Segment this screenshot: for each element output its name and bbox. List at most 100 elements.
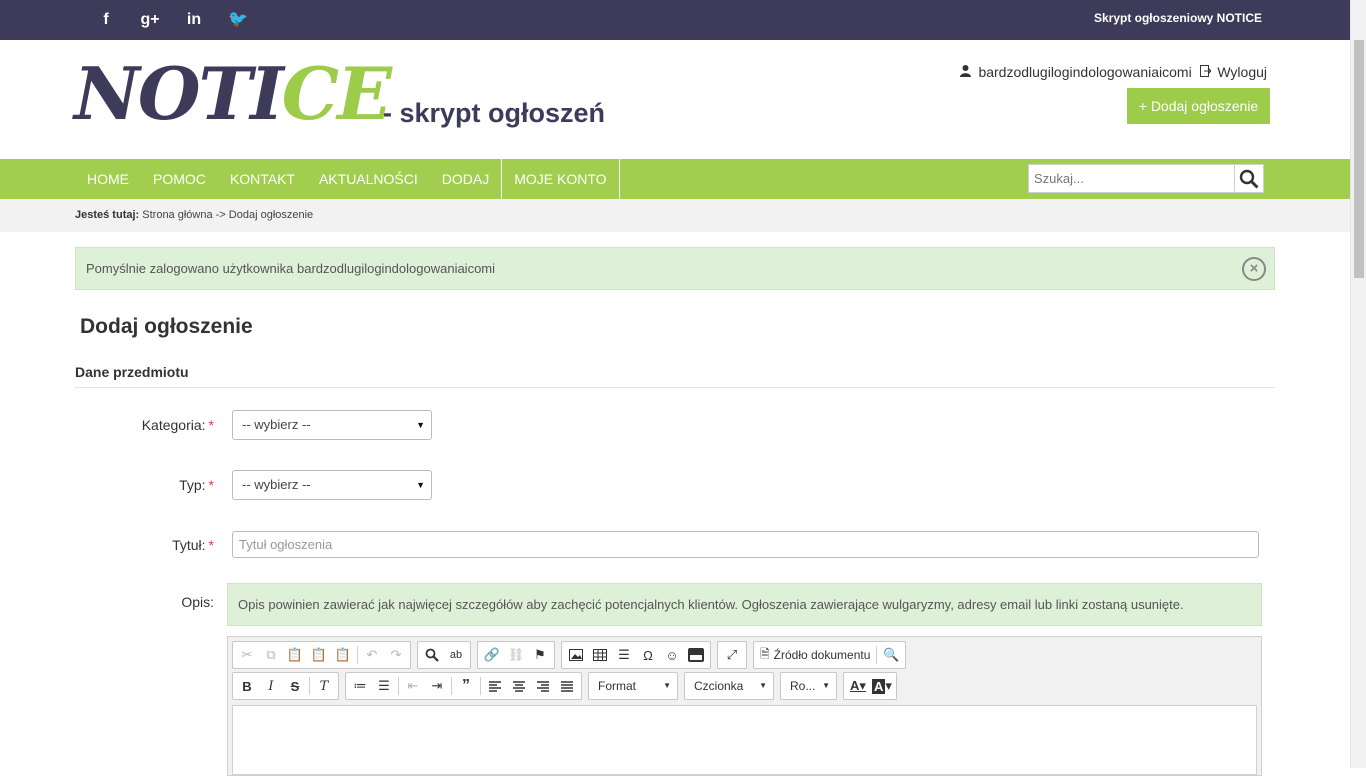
chevron-down-icon: ▼: [759, 681, 767, 690]
image-icon[interactable]: [564, 644, 588, 666]
strikethrough-icon[interactable]: S: [283, 675, 307, 697]
linkedin-icon[interactable]: in: [172, 8, 216, 32]
toolbar-separator: [357, 646, 358, 664]
toolbar-colors: A▾ A ▾: [843, 672, 897, 700]
align-justify-icon[interactable]: [555, 675, 579, 697]
link-icon[interactable]: 🔗: [480, 644, 504, 666]
cut-icon[interactable]: ✂: [235, 644, 259, 666]
format-combo[interactable]: Format ▼: [588, 672, 678, 700]
bulleted-list-icon[interactable]: ☰: [372, 675, 396, 697]
nav-item-help[interactable]: POMOC: [141, 159, 218, 199]
align-center-icon[interactable]: [507, 675, 531, 697]
close-icon[interactable]: ×: [1242, 257, 1266, 281]
page-title: Dodaj ogłoszenie: [80, 315, 253, 338]
logo[interactable]: NOTICE: [74, 58, 392, 130]
user-icon: [959, 65, 976, 80]
toolbar-lists: ≔ ☰ ⇤ ⇥ ”: [345, 672, 582, 700]
top-bar: f g+ in 🐦 Skrypt ogłoszeniowy NOTICE: [0, 0, 1350, 40]
paste-text-icon[interactable]: 📋: [307, 644, 331, 666]
italic-icon[interactable]: I: [259, 675, 283, 697]
breadcrumb-label: Jesteś tutaj:: [75, 209, 140, 221]
maximize-icon[interactable]: ⤢: [720, 644, 744, 666]
remove-format-icon[interactable]: T: [312, 675, 336, 697]
google-plus-icon[interactable]: g+: [128, 8, 172, 32]
search-box: [1028, 164, 1264, 193]
toolbar-row-2: B I S T ≔ ☰ ⇤ ⇥ ” Format ▼ Czcionka ▼ Ro…: [232, 672, 897, 700]
font-combo[interactable]: Czcionka ▼: [684, 672, 774, 700]
scrollbar[interactable]: [1350, 0, 1366, 768]
toolbar-find: ab: [417, 641, 471, 669]
special-char-icon[interactable]: Ω: [636, 644, 660, 666]
table-icon[interactable]: [588, 644, 612, 666]
search-icon[interactable]: [1234, 165, 1263, 192]
replace-icon[interactable]: ab: [444, 644, 468, 666]
nav-item-news[interactable]: AKTUALNOŚCI: [307, 159, 430, 199]
toolbar-separator: [480, 677, 481, 695]
horizontal-line-icon[interactable]: ☰: [612, 644, 636, 666]
add-ad-button[interactable]: + Dodaj ogłoszenie: [1127, 88, 1270, 124]
toolbar-maximize: ⤢: [717, 641, 747, 669]
breadcrumb-path[interactable]: Strona główna -> Dodaj ogłoszenie: [142, 209, 313, 221]
toolbar-separator: [398, 677, 399, 695]
toolbar-separator: [876, 646, 878, 664]
paste-word-icon[interactable]: 📋: [331, 644, 355, 666]
paste-icon[interactable]: 📋: [283, 644, 307, 666]
facebook-icon[interactable]: f: [84, 8, 128, 32]
unlink-icon[interactable]: ⛓: [504, 644, 528, 666]
indent-icon[interactable]: ⇥: [425, 675, 449, 697]
text-color-icon[interactable]: A▾: [846, 675, 870, 697]
required-mark: *: [208, 477, 214, 493]
nav-item-add[interactable]: DODAJ: [430, 159, 501, 199]
main-nav: HOME POMOC KONTAKT AKTUALNOŚCI DODAJ MOJ…: [0, 159, 1350, 199]
title-label: Tytuł: *: [172, 537, 214, 553]
required-mark: *: [208, 537, 214, 553]
type-select[interactable]: -- wybierz -- ▼: [232, 470, 432, 500]
undo-icon[interactable]: ↶: [360, 644, 384, 666]
chevron-down-icon: ▼: [416, 420, 425, 430]
size-combo[interactable]: Ro... ▼: [780, 672, 837, 700]
source-button[interactable]: 🗎 Źródło dokumentu: [756, 644, 874, 666]
user-links: bardzodlugilogindologowaniaicomi Wyloguj: [959, 64, 1267, 80]
type-label: Typ: *: [179, 477, 214, 493]
outdent-icon[interactable]: ⇤: [401, 675, 425, 697]
chevron-down-icon: ▼: [822, 681, 830, 690]
chevron-down-icon: ▼: [663, 681, 671, 690]
logout-link[interactable]: Wyloguj: [1199, 64, 1267, 80]
anchor-flag-icon[interactable]: ⚑: [528, 644, 552, 666]
header: NOTICE - skrypt ogłoszeń bardzodlugilogi…: [0, 40, 1350, 159]
editor-content-area[interactable]: [232, 705, 1257, 775]
alert-message: Pomyślnie zalogowano użytkownika bardzod…: [86, 261, 496, 276]
scrollbar-thumb[interactable]: [1354, 40, 1364, 278]
description-hint: Opis powinien zawierać jak najwięcej szc…: [227, 583, 1262, 626]
bold-icon[interactable]: B: [235, 675, 259, 697]
toolbar-basic-styles: B I S T: [232, 672, 339, 700]
rich-text-editor: ✂ ⧉ 📋 📋 📋 ↶ ↷ ab 🔗 ⛓ ⚑ ☰ Ω ☺ ⤢ 🗎 Źródło …: [227, 636, 1262, 776]
twitter-icon[interactable]: 🐦: [216, 8, 260, 32]
tagline: - skrypt ogłoszeń: [383, 98, 606, 128]
category-label: Kategoria: *: [141, 417, 214, 433]
copy-icon[interactable]: ⧉: [259, 644, 283, 666]
title-input[interactable]: [232, 531, 1259, 558]
source-icon: 🗎: [760, 646, 770, 661]
section-title: Dane przedmiotu: [75, 364, 1275, 388]
preview-icon[interactable]: 🔍: [879, 644, 903, 666]
align-right-icon[interactable]: [531, 675, 555, 697]
numbered-list-icon[interactable]: ≔: [348, 675, 372, 697]
user-link[interactable]: bardzodlugilogindologowaniaicomi: [959, 64, 1192, 80]
background-color-icon[interactable]: A ▾: [870, 675, 894, 697]
youtube-icon[interactable]: [684, 644, 708, 666]
redo-icon[interactable]: ↷: [384, 644, 408, 666]
smiley-icon[interactable]: ☺: [660, 644, 684, 666]
nav-item-my-account[interactable]: MOJE KONTO: [501, 159, 620, 199]
blockquote-icon[interactable]: ”: [454, 675, 478, 697]
nav-item-home[interactable]: HOME: [75, 159, 141, 199]
category-select[interactable]: -- wybierz -- ▼: [232, 410, 432, 440]
align-left-icon[interactable]: [483, 675, 507, 697]
required-mark: *: [208, 417, 214, 433]
toolbar-links: 🔗 ⛓ ⚑: [477, 641, 555, 669]
nav-item-contact[interactable]: KONTAKT: [218, 159, 307, 199]
logout-icon: [1199, 65, 1215, 80]
success-alert: Pomyślnie zalogowano użytkownika bardzod…: [75, 247, 1275, 290]
search-input[interactable]: [1029, 165, 1234, 192]
find-icon[interactable]: [420, 644, 444, 666]
